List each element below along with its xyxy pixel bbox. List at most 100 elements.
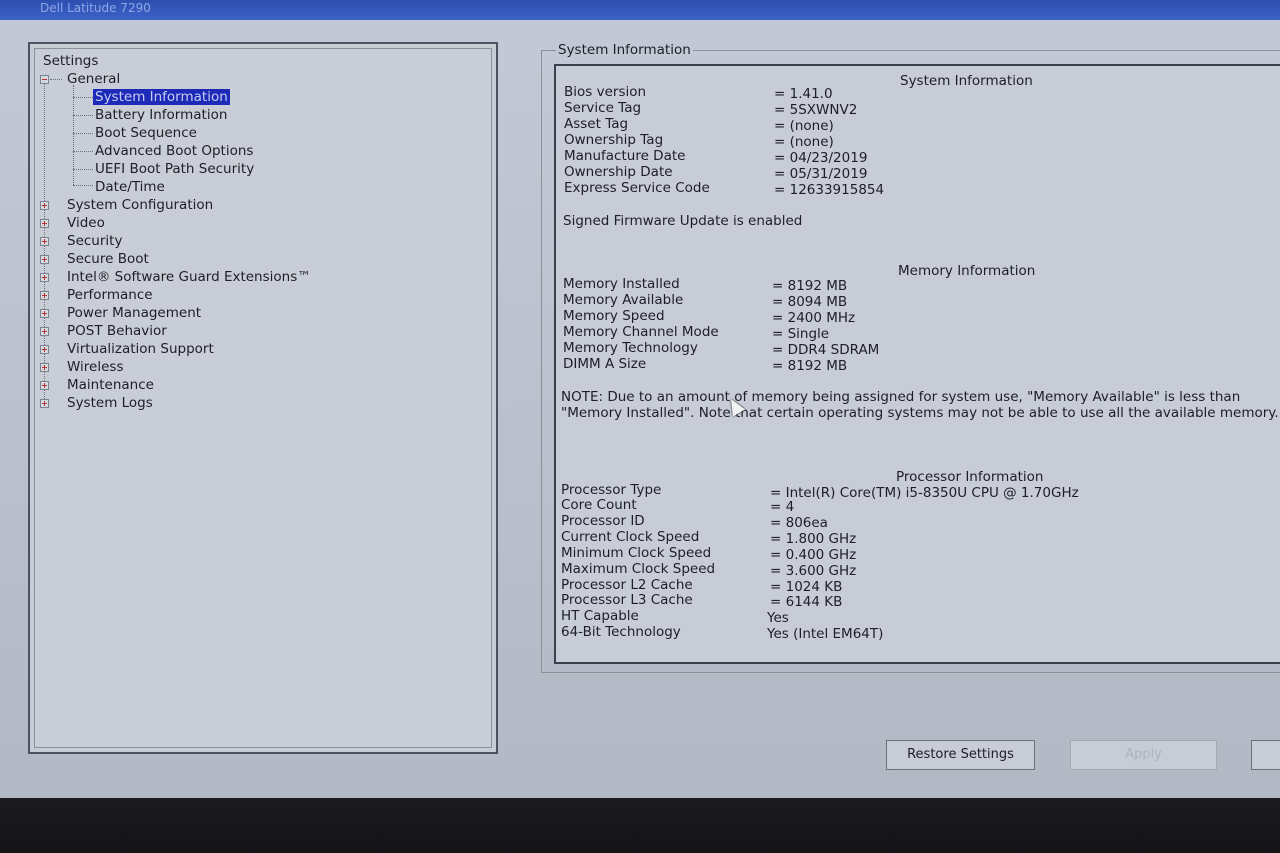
value-express-service-code: = 12633915854 bbox=[774, 182, 885, 198]
tree-item-software-guard-extensions[interactable]: Intel® Software Guard Extensions™ bbox=[67, 268, 311, 286]
settings-tree: Settings General System Information Batt… bbox=[34, 48, 492, 748]
tree-item-performance[interactable]: Performance bbox=[67, 286, 153, 304]
label-memory-channel-mode: Memory Channel Mode bbox=[563, 324, 719, 340]
label-processor-l3-cache: Processor L3 Cache bbox=[561, 592, 693, 608]
label-memory-speed: Memory Speed bbox=[563, 308, 665, 324]
group-title: System Information bbox=[556, 42, 693, 58]
label-current-clock-speed: Current Clock Speed bbox=[561, 529, 700, 545]
tree-item-virtualization-support[interactable]: Virtualization Support bbox=[67, 340, 214, 358]
label-processor-type: Processor Type bbox=[561, 482, 662, 498]
value-asset-tag: = (none) bbox=[774, 118, 834, 134]
collapse-general-icon[interactable] bbox=[40, 75, 49, 84]
value-ownership-tag: = (none) bbox=[774, 134, 834, 150]
tree-item-advanced-boot-options[interactable]: Advanced Boot Options bbox=[95, 142, 253, 160]
tree-item-secure-boot[interactable]: Secure Boot bbox=[67, 250, 149, 268]
tree-item-battery-information[interactable]: Battery Information bbox=[95, 106, 227, 124]
expand-system-logs-icon[interactable] bbox=[40, 399, 49, 408]
tree-item-power-management[interactable]: Power Management bbox=[67, 304, 201, 322]
tree-item-wireless[interactable]: Wireless bbox=[67, 358, 124, 376]
value-ht-capable: Yes bbox=[767, 610, 789, 626]
tree-item-video[interactable]: Video bbox=[67, 214, 105, 232]
expand-maintenance-icon[interactable] bbox=[40, 381, 49, 390]
tree-connector bbox=[73, 151, 93, 152]
expand-video-icon[interactable] bbox=[40, 219, 49, 228]
value-ownership-date: = 05/31/2019 bbox=[774, 166, 868, 182]
tree-item-post-behavior[interactable]: POST Behavior bbox=[67, 322, 167, 340]
value-minimum-clock-speed: = 0.400 GHz bbox=[770, 547, 857, 563]
firmware-update-status: Signed Firmware Update is enabled bbox=[563, 213, 803, 229]
window-title: Dell Latitude 7290 bbox=[40, 1, 151, 15]
value-processor-l2-cache: = 1024 KB bbox=[770, 579, 843, 595]
value-memory-technology: = DDR4 SDRAM bbox=[772, 342, 880, 358]
expand-virtualization-support-icon[interactable] bbox=[40, 345, 49, 354]
label-service-tag: Service Tag bbox=[564, 100, 642, 116]
label-processor-l2-cache: Processor L2 Cache bbox=[561, 577, 693, 593]
tree-title: Settings bbox=[43, 53, 99, 69]
tree-item-system-information[interactable]: System Information bbox=[93, 88, 230, 106]
tree-item-general[interactable]: General bbox=[67, 70, 120, 88]
tree-connector bbox=[73, 85, 74, 185]
label-memory-installed: Memory Installed bbox=[563, 276, 680, 292]
tree-item-system-configuration[interactable]: System Configuration bbox=[67, 196, 213, 214]
expand-sgx-icon[interactable] bbox=[40, 273, 49, 282]
tree-connector bbox=[73, 115, 93, 116]
tree-item-date-time[interactable]: Date/Time bbox=[95, 178, 165, 196]
tree-item-maintenance[interactable]: Maintenance bbox=[67, 376, 154, 394]
tree-item-boot-sequence[interactable]: Boot Sequence bbox=[95, 124, 197, 142]
apply-button[interactable]: Apply bbox=[1070, 740, 1217, 770]
label-bios-version: Bios version bbox=[564, 84, 647, 100]
tree-item-system-logs[interactable]: System Logs bbox=[67, 394, 153, 412]
expand-wireless-icon[interactable] bbox=[40, 363, 49, 372]
expand-post-behavior-icon[interactable] bbox=[40, 327, 49, 336]
label-core-count: Core Count bbox=[561, 497, 637, 513]
laptop-bezel bbox=[0, 798, 1280, 853]
expand-secure-boot-icon[interactable] bbox=[40, 255, 49, 264]
value-memory-installed: = 8192 MB bbox=[772, 278, 848, 294]
settings-tree-panel: Settings General System Information Batt… bbox=[28, 42, 498, 754]
expand-system-configuration-icon[interactable] bbox=[40, 201, 49, 210]
label-memory-technology: Memory Technology bbox=[563, 340, 698, 356]
memory-information-heading: Memory Information bbox=[898, 263, 1036, 279]
memory-note: NOTE: Due to an amount of memory being a… bbox=[561, 389, 1279, 421]
value-service-tag: = 5SXWNV2 bbox=[774, 102, 858, 118]
tree-connector bbox=[73, 185, 93, 186]
value-current-clock-speed: = 1.800 GHz bbox=[770, 531, 857, 547]
value-processor-id: = 806ea bbox=[770, 515, 828, 531]
value-processor-l3-cache: = 6144 KB bbox=[770, 594, 843, 610]
value-memory-speed: = 2400 MHz bbox=[772, 310, 856, 326]
label-processor-id: Processor ID bbox=[561, 513, 645, 529]
tree-connector bbox=[50, 79, 62, 80]
label-dimm-a-size: DIMM A Size bbox=[563, 356, 647, 372]
tree-item-security[interactable]: Security bbox=[67, 232, 122, 250]
exit-button[interactable] bbox=[1251, 740, 1280, 770]
label-memory-available: Memory Available bbox=[563, 292, 684, 308]
bios-screen: Dell Latitude 7290 Settings General Syst… bbox=[0, 0, 1280, 800]
tree-connector bbox=[73, 97, 93, 98]
tree-connector bbox=[73, 133, 93, 134]
tree-item-uefi-boot-path-security[interactable]: UEFI Boot Path Security bbox=[95, 160, 254, 178]
expand-performance-icon[interactable] bbox=[40, 291, 49, 300]
expand-power-management-icon[interactable] bbox=[40, 309, 49, 318]
label-maximum-clock-speed: Maximum Clock Speed bbox=[561, 561, 716, 577]
value-core-count: = 4 bbox=[770, 499, 795, 515]
value-64-bit-technology: Yes (Intel EM64T) bbox=[767, 626, 884, 642]
value-memory-channel-mode: = Single bbox=[772, 326, 830, 342]
label-express-service-code: Express Service Code bbox=[564, 180, 710, 196]
value-maximum-clock-speed: = 3.600 GHz bbox=[770, 563, 857, 579]
label-64-bit-technology: 64-Bit Technology bbox=[561, 624, 681, 640]
value-bios-version: = 1.41.0 bbox=[774, 86, 833, 102]
label-ownership-tag: Ownership Tag bbox=[564, 132, 664, 148]
window-title-bar: Dell Latitude 7290 bbox=[0, 0, 1280, 20]
label-ht-capable: HT Capable bbox=[561, 608, 639, 624]
label-manufacture-date: Manufacture Date bbox=[564, 148, 686, 164]
value-memory-available: = 8094 MB bbox=[772, 294, 848, 310]
value-dimm-a-size: = 8192 MB bbox=[772, 358, 848, 374]
value-manufacture-date: = 04/23/2019 bbox=[774, 150, 868, 166]
system-information-heading: System Information bbox=[900, 73, 1033, 89]
label-ownership-date: Ownership Date bbox=[564, 164, 673, 180]
tree-connector bbox=[73, 169, 93, 170]
label-minimum-clock-speed: Minimum Clock Speed bbox=[561, 545, 712, 561]
label-asset-tag: Asset Tag bbox=[564, 116, 629, 132]
expand-security-icon[interactable] bbox=[40, 237, 49, 246]
restore-settings-button[interactable]: Restore Settings bbox=[886, 740, 1035, 770]
